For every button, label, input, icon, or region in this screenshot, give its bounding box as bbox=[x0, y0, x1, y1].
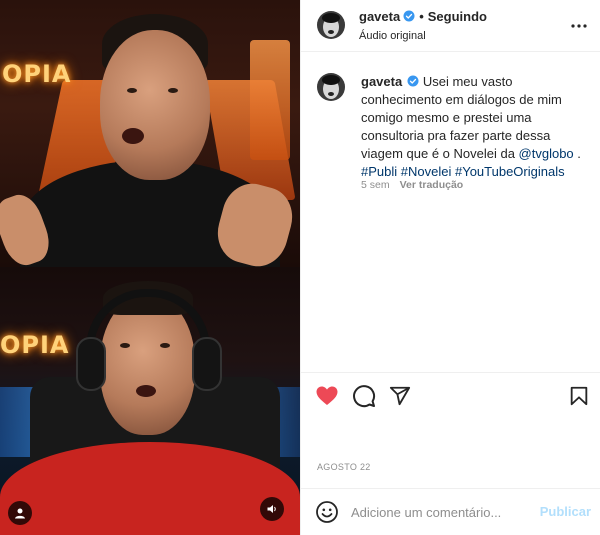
share-icon bbox=[389, 386, 411, 406]
eye bbox=[127, 88, 137, 93]
avatar-image bbox=[317, 73, 345, 101]
eye bbox=[120, 343, 130, 348]
heart-icon bbox=[316, 386, 338, 405]
more-options-icon bbox=[571, 24, 587, 28]
follow-button[interactable]: Seguindo bbox=[428, 9, 487, 24]
background-light bbox=[250, 40, 290, 160]
media-frame-bottom: OPIA bbox=[0, 267, 300, 535]
separator-dot: • bbox=[419, 9, 424, 24]
neon-sign: OPIA bbox=[0, 331, 70, 359]
emoji-button[interactable] bbox=[315, 500, 339, 524]
mouth bbox=[136, 385, 156, 397]
save-button[interactable] bbox=[567, 384, 591, 408]
post-caption: gaveta Usei meu vasto conhecimento em di… bbox=[301, 53, 600, 371]
headset-earcup bbox=[192, 337, 222, 391]
share-button[interactable] bbox=[388, 384, 412, 408]
caption-meta: 5 sem Ver tradução bbox=[361, 179, 463, 191]
caption-username[interactable]: gaveta bbox=[361, 74, 402, 89]
hashtag-link[interactable]: #YouTubeOriginals bbox=[455, 164, 565, 179]
caption-text: gaveta Usei meu vasto conhecimento em di… bbox=[361, 73, 593, 181]
more-options-button[interactable] bbox=[569, 16, 589, 36]
comment-form: Publicar bbox=[301, 488, 600, 535]
hashtag-link[interactable]: #Novelei bbox=[401, 164, 452, 179]
mouth bbox=[122, 128, 144, 144]
comment-input[interactable] bbox=[351, 502, 531, 522]
verified-badge-icon bbox=[403, 10, 415, 22]
user-tag-button[interactable] bbox=[8, 501, 32, 525]
like-button[interactable] bbox=[315, 384, 339, 408]
post-media[interactable]: OPIA OPIA bbox=[0, 0, 300, 535]
username-link[interactable]: gaveta bbox=[359, 9, 400, 24]
user-tag-icon bbox=[15, 508, 25, 519]
media-frame-top: OPIA bbox=[0, 0, 300, 267]
bookmark-icon bbox=[570, 386, 588, 406]
mention-link[interactable]: @tvglobo bbox=[519, 146, 574, 161]
see-translation-button[interactable]: Ver tradução bbox=[400, 179, 464, 191]
audio-link[interactable]: Áudio original bbox=[359, 30, 426, 42]
avatar[interactable] bbox=[317, 11, 345, 39]
post-date[interactable]: AGOSTO 22 bbox=[317, 462, 371, 472]
avatar-image bbox=[317, 11, 345, 39]
emoji-icon bbox=[316, 501, 338, 523]
post-header: gaveta • Seguindo Áudio original bbox=[301, 0, 600, 52]
comment-icon bbox=[353, 385, 376, 408]
comment-button[interactable] bbox=[352, 384, 376, 408]
speaker-icon bbox=[267, 505, 276, 513]
caption-body-end: . bbox=[573, 146, 581, 161]
neon-sign: OPIA bbox=[2, 60, 72, 88]
headset-earcup bbox=[76, 337, 106, 391]
action-bar bbox=[301, 372, 600, 418]
avatar[interactable] bbox=[317, 73, 345, 101]
post-age: 5 sem bbox=[361, 179, 390, 191]
eye bbox=[168, 88, 178, 93]
verified-badge-icon bbox=[407, 75, 419, 87]
publish-button[interactable]: Publicar bbox=[540, 504, 591, 519]
eye bbox=[160, 343, 170, 348]
post-details-panel: gaveta • Seguindo Áudio original gaveta Us… bbox=[300, 0, 600, 535]
face bbox=[100, 30, 210, 180]
audio-toggle-button[interactable] bbox=[260, 497, 284, 521]
hashtag-link[interactable]: #Publi bbox=[361, 164, 397, 179]
